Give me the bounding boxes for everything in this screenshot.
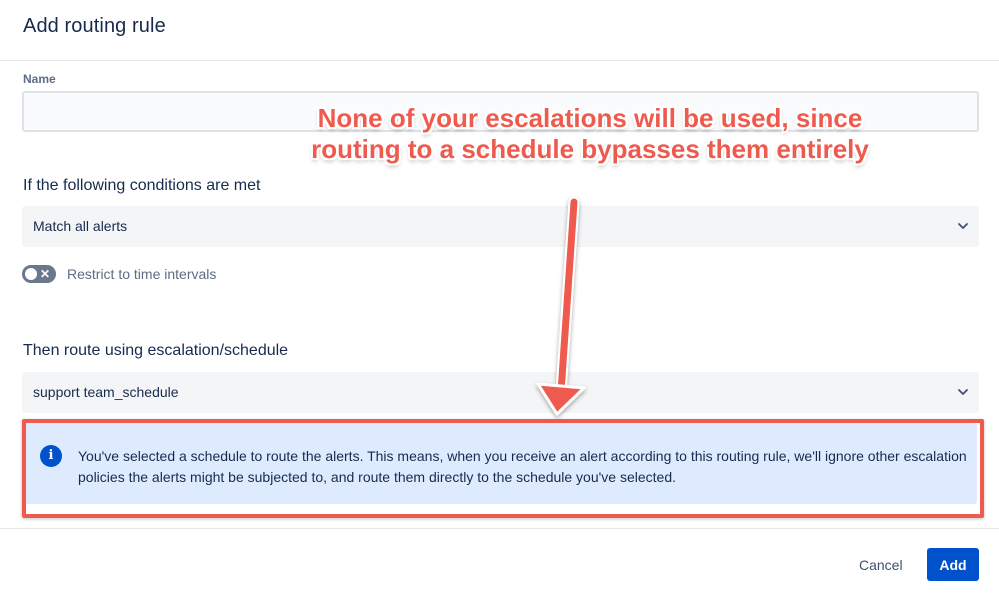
close-icon: ✕ — [40, 267, 51, 281]
chevron-down-icon — [958, 223, 968, 229]
cancel-button[interactable]: Cancel — [849, 553, 913, 577]
route-label: Then route using escalation/schedule — [23, 342, 289, 359]
annotation-line-2: routing to a schedule bypasses them enti… — [311, 134, 869, 164]
annotation-text: None of your escalations will be used, s… — [290, 103, 890, 165]
dialog-header: Add routing rule — [0, 0, 999, 61]
name-label: Name — [23, 72, 56, 86]
route-select[interactable]: support team_schedule — [22, 372, 979, 413]
annotation-highlight-box — [22, 419, 984, 518]
toggle-label: Restrict to time intervals — [67, 266, 217, 282]
chevron-down-icon — [958, 389, 968, 395]
time-interval-toggle[interactable]: ✕ — [22, 265, 56, 283]
route-select-value: support team_schedule — [33, 384, 179, 400]
add-button[interactable]: Add — [927, 548, 979, 581]
footer-divider — [0, 528, 999, 529]
conditions-select[interactable]: Match all alerts — [22, 206, 979, 247]
dialog-title: Add routing rule — [23, 15, 166, 37]
annotation-line-1: None of your escalations will be used, s… — [317, 103, 863, 133]
toggle-knob — [25, 268, 37, 280]
conditions-select-value: Match all alerts — [33, 218, 128, 234]
conditions-label: If the following conditions are met — [23, 177, 261, 194]
